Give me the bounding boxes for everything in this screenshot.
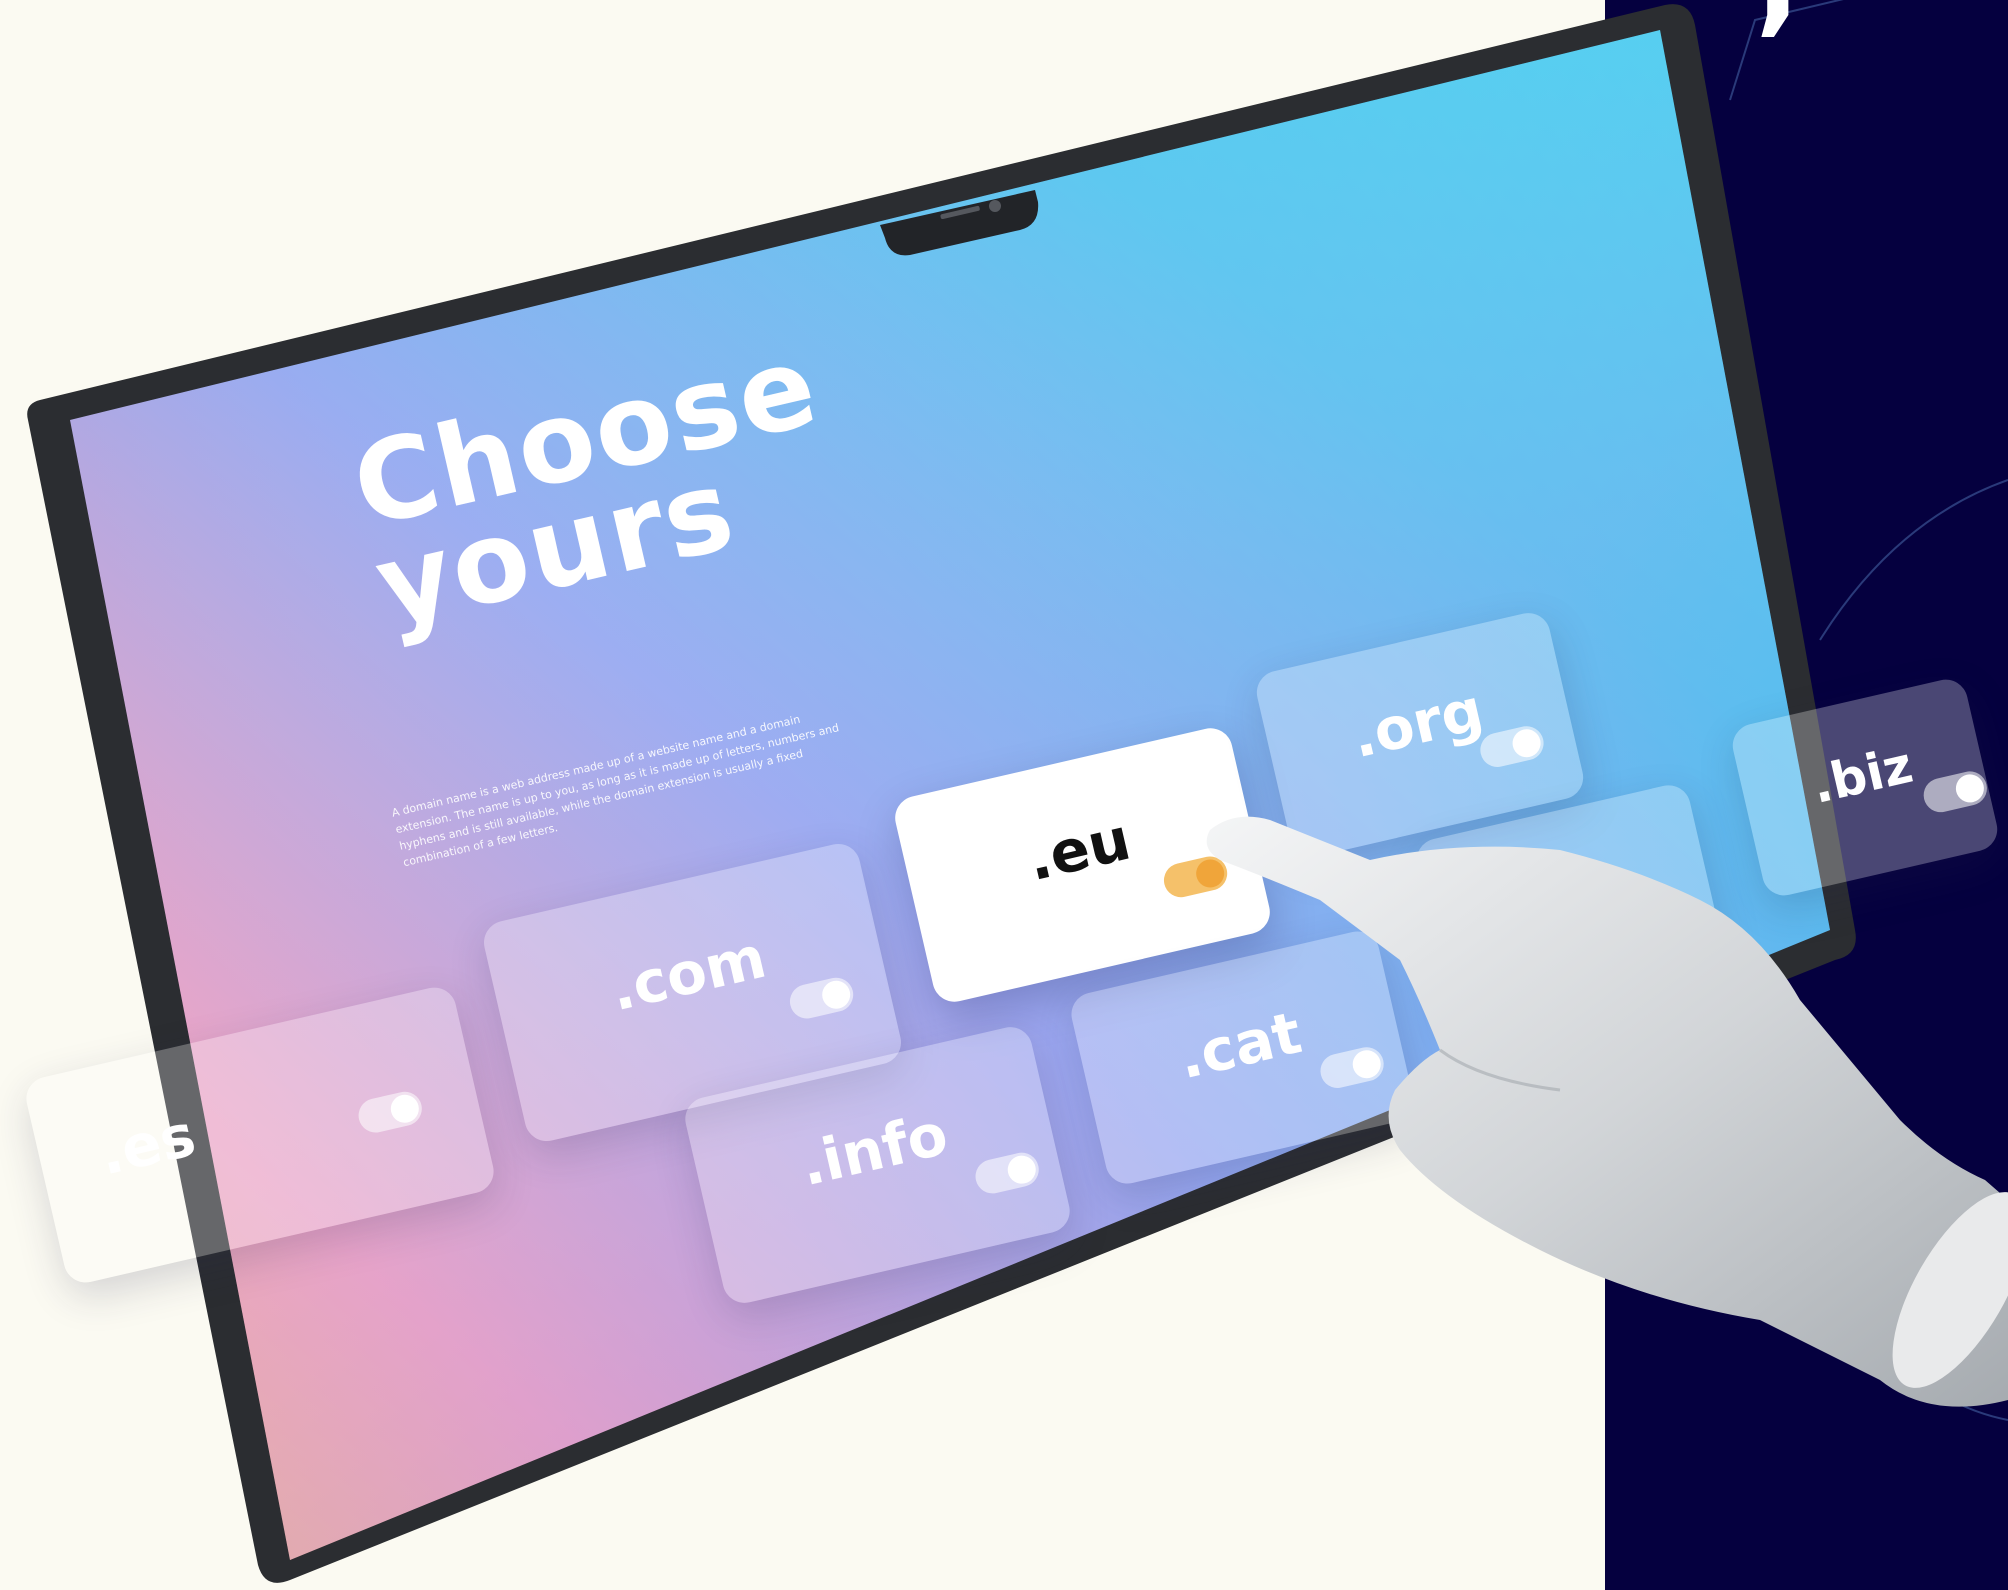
pointing-hand [1206, 816, 2008, 1407]
